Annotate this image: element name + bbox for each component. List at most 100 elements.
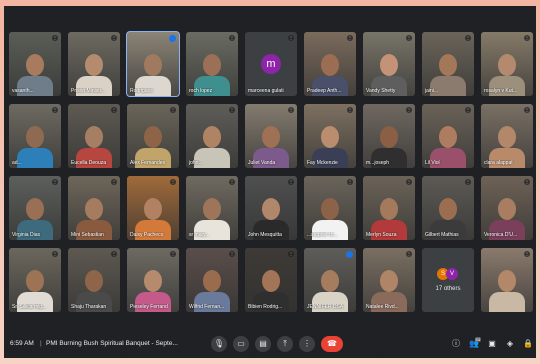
participant-head: [439, 54, 457, 76]
participant-tile[interactable]: ⋮ Merlyn Souza: [363, 176, 415, 240]
participant-head: [380, 198, 398, 220]
participant-name: JENNIFER DSA: [307, 304, 344, 310]
participant-tile[interactable]: ⋮ jaini...: [422, 32, 474, 96]
participant-tile[interactable]: JENNIFER DSA: [304, 248, 356, 312]
participant-name: Pieseley Ferrand: [130, 304, 168, 310]
participant-name: Virginia Dias: [12, 232, 40, 238]
tile-menu-icon: ⋮: [170, 179, 176, 185]
chat-icon: ▣: [488, 339, 496, 348]
participant-count-badge: 53: [474, 337, 481, 342]
participant-tile[interactable]: m ⋮ marceena gulati: [245, 32, 297, 96]
speaking-indicator-icon: [346, 251, 353, 258]
participant-tile[interactable]: ⋮ Shaju Tharakan: [68, 248, 120, 312]
participant-tile[interactable]: ⋮ Daisy Pacheco: [127, 176, 179, 240]
participant-tile[interactable]: ⋮ clara alappat: [481, 104, 533, 168]
participant-tile[interactable]: Rodrigues: [126, 31, 180, 97]
end-call-icon: ☎: [327, 339, 337, 348]
avatar: m: [261, 54, 281, 74]
participant-tile[interactable]: ⋮ Fay Mckenzie: [304, 104, 356, 168]
chat-button[interactable]: ▣: [487, 339, 497, 349]
people-button[interactable]: 👥 53: [469, 337, 481, 349]
participant-name: Natalee Rivd...: [366, 304, 399, 310]
participant-tile[interactable]: ⋮ Lil Viol: [422, 104, 474, 168]
others-avatar: V: [446, 268, 458, 280]
participant-tile[interactable]: ⋮ Wilfrid Fernan...: [186, 248, 238, 312]
participant-tile[interactable]: ⋮ Mini Sebastian: [68, 176, 120, 240]
mic-button[interactable]: 🎙: [211, 336, 227, 352]
participant-head: [144, 270, 162, 292]
tile-menu-icon: ⋮: [524, 35, 530, 41]
toolbar-separator: |: [40, 340, 42, 347]
participant-tile[interactable]: ⋮ Eucella Deouza: [68, 104, 120, 168]
participant-head: [26, 270, 44, 292]
participant-head: [85, 126, 103, 148]
participant-head: [26, 198, 44, 220]
photo-frame: ⋮ vasanth... ⋮ Prison Ministr... Rodrigues ⋮ r…: [0, 0, 540, 364]
lock-icon: 🔒: [523, 339, 533, 348]
tile-menu-icon: ⋮: [229, 251, 235, 257]
participant-name: m...joseph: [366, 160, 390, 166]
participant-name: Daisy Pacheco: [130, 232, 164, 238]
participant-name: Pradeep Anth...: [307, 88, 342, 94]
participant-tile[interactable]: ⋮ vasanth...: [9, 32, 61, 96]
host-controls-button[interactable]: 🔒: [523, 339, 533, 349]
participant-name: ad...: [12, 160, 22, 166]
participant-tile[interactable]: ⋮ Gilbert Mathias: [422, 176, 474, 240]
participant-name: Bibien Rodrig...: [248, 304, 283, 310]
more-vert-icon: ⋮: [303, 339, 311, 348]
participant-tile[interactable]: ⋮ Bibien Rodrig...: [245, 248, 297, 312]
participant-name: Eucella Deouza: [71, 160, 107, 166]
participant-tile[interactable]: ⋮ ...stopher th...: [304, 176, 356, 240]
participant-tile[interactable]: ⋮ m...joseph: [363, 104, 415, 168]
info-button[interactable]: ⓘ: [451, 339, 461, 349]
participant-head: [26, 54, 44, 76]
participant-name: john...: [189, 160, 203, 166]
participant-head: [203, 126, 221, 148]
participant-tile[interactable]: ⋮ sr mary...: [186, 176, 238, 240]
captions-button[interactable]: ▤: [255, 336, 271, 352]
present-button[interactable]: ⤒: [277, 336, 293, 352]
participant-head: [380, 54, 398, 76]
participant-name: Alex Fernandes: [130, 160, 166, 166]
tile-menu-icon: ⋮: [465, 179, 471, 185]
participant-tile[interactable]: ⋮ Natalee Rivd...: [363, 248, 415, 312]
participant-name: Merlyn Souza: [366, 232, 397, 238]
camera-button[interactable]: ▭: [233, 336, 249, 352]
participant-tile[interactable]: ⋮ Alex Fernandes: [127, 104, 179, 168]
participant-head: [439, 126, 457, 148]
participant-tile[interactable]: ⋮ ad...: [9, 104, 61, 168]
others-tile[interactable]: S V 17 others: [422, 248, 474, 312]
participant-tile[interactable]: ⋮ Pradeep Anth...: [304, 32, 356, 96]
tile-menu-icon: ⋮: [170, 251, 176, 257]
participant-tile[interactable]: ⋮ Virginia Dias: [9, 176, 61, 240]
participant-head: [203, 270, 221, 292]
participant-name: John Mesquitta: [248, 232, 282, 238]
participant-head: [144, 54, 162, 76]
participant-head: [26, 126, 44, 148]
tile-menu-icon: ⋮: [111, 251, 117, 257]
tile-menu-icon: ⋮: [347, 107, 353, 113]
participant-tile[interactable]: ⋮ Veronica D'U...: [481, 176, 533, 240]
activities-button[interactable]: ◈: [505, 339, 515, 349]
participant-tile[interactable]: ⋮ Sr. Sillica mig...: [9, 248, 61, 312]
participant-tile[interactable]: ⋮: [481, 248, 533, 312]
meeting-title: PMI Burning Bush Spiritual Banquet - Sep…: [46, 340, 178, 347]
camera-icon: ▭: [237, 339, 245, 348]
end-call-button[interactable]: ☎: [321, 336, 343, 352]
participant-head: [321, 54, 339, 76]
participant-tile[interactable]: ⋮ John Mesquitta: [245, 176, 297, 240]
participant-head: [262, 126, 280, 148]
participant-tile[interactable]: ⋮ Juliet Vanda: [245, 104, 297, 168]
participant-name: Fay Mckenzie: [307, 160, 338, 166]
participant-tile[interactable]: ⋮ roch lopez: [186, 32, 238, 96]
participant-tile[interactable]: ⋮ rosalyn v Kut...: [481, 32, 533, 96]
participant-tile[interactable]: ⋮ john...: [186, 104, 238, 168]
meeting-time: 6:59 AM: [10, 340, 34, 347]
participant-tile[interactable]: ⋮ Prison Ministr...: [68, 32, 120, 96]
participant-tile[interactable]: ⋮ Pieseley Ferrand: [127, 248, 179, 312]
participant-head: [498, 54, 516, 76]
participant-tile[interactable]: ⋮ Vandy Shetty: [363, 32, 415, 96]
tile-menu-icon: ⋮: [111, 179, 117, 185]
more-options-button[interactable]: ⋮: [299, 336, 315, 352]
participant-head: [85, 270, 103, 292]
